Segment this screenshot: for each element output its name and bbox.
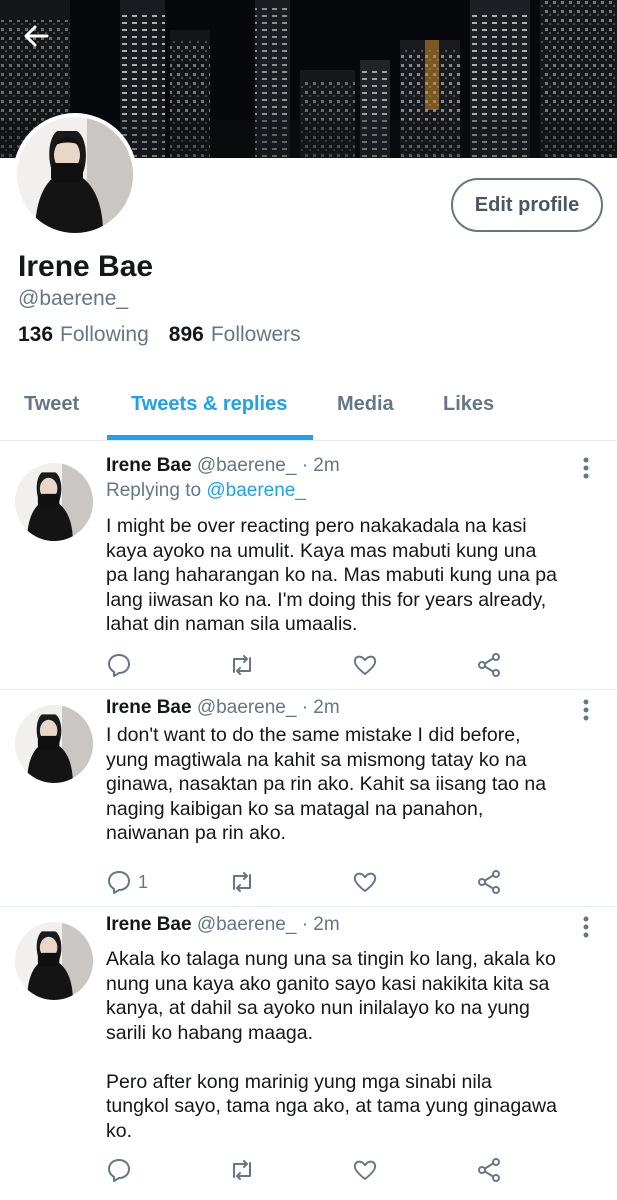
tweet-author-name[interactable]: Irene Bae xyxy=(106,455,192,476)
comment-icon xyxy=(108,654,130,677)
heart-icon xyxy=(353,872,377,892)
tweet-avatar[interactable] xyxy=(15,705,93,783)
tweet-text: Akala ko talaga nung una sa tingin ko la… xyxy=(106,948,557,1142)
heart-icon xyxy=(353,655,377,675)
more-vertical-icon xyxy=(583,916,589,938)
comment-icon xyxy=(108,1159,130,1182)
profile-photo xyxy=(17,117,133,233)
tweet-actions: 1 xyxy=(106,867,506,897)
profile-tabs: Tweet Tweets & replies Media Likes xyxy=(0,383,617,441)
retweet-icon xyxy=(233,655,251,675)
follow-stats: 136 Following 896 Followers xyxy=(18,323,301,347)
tweet-more-button[interactable] xyxy=(578,915,594,939)
following-label: Following xyxy=(60,323,149,346)
more-vertical-icon xyxy=(583,699,589,721)
tweet-avatar[interactable] xyxy=(15,922,93,1000)
followers-link[interactable]: 896 Followers xyxy=(169,323,301,347)
tweet[interactable]: Irene Bae @baerene_ · 2m I don't want to… xyxy=(0,690,617,907)
tweet[interactable]: Irene Bae @baerene_ · 2m Replying to @ba… xyxy=(0,448,617,690)
share-button[interactable] xyxy=(476,1155,502,1185)
tweet-actions xyxy=(106,1155,506,1185)
tab-tweet[interactable]: Tweet xyxy=(24,393,79,416)
followers-label: Followers xyxy=(210,323,301,346)
tab-likes[interactable]: Likes xyxy=(443,393,494,416)
share-icon xyxy=(478,1158,500,1182)
tweet-meta: @baerene_ · 2m xyxy=(196,455,340,476)
tweet-avatar-photo xyxy=(15,463,93,541)
profile-handle: @baerene_ xyxy=(18,287,129,310)
share-button[interactable] xyxy=(476,867,502,897)
comment-icon xyxy=(108,871,130,894)
edit-profile-button[interactable]: Edit profile xyxy=(451,178,603,232)
retweet-icon xyxy=(233,1160,251,1180)
arrow-left-icon xyxy=(24,25,49,47)
tweet-text: I don't want to do the same mistake I di… xyxy=(106,724,547,844)
like-button[interactable] xyxy=(352,650,378,680)
tweet-meta: @baerene_ · 2m xyxy=(196,914,340,935)
tweet[interactable]: Irene Bae @baerene_ · 2m Akala ko talaga… xyxy=(0,907,617,1200)
retweet-button[interactable] xyxy=(228,867,256,897)
like-button[interactable] xyxy=(352,867,378,897)
back-button[interactable] xyxy=(22,22,62,62)
replying-to-mention[interactable]: @baerene_ xyxy=(206,480,306,501)
replying-to: Replying to @baerene_ xyxy=(106,480,306,502)
following-link[interactable]: 136 Following xyxy=(18,323,149,347)
tweet-meta: @baerene_ · 2m xyxy=(196,697,340,718)
tab-media[interactable]: Media xyxy=(337,393,394,416)
tab-tweets-and-replies[interactable]: Tweets & replies xyxy=(131,393,287,416)
tweet-avatar[interactable] xyxy=(15,463,93,541)
tweet-header: Irene Bae @baerene_ · 2m xyxy=(106,455,340,477)
share-icon xyxy=(478,653,500,677)
retweet-icon xyxy=(233,872,251,892)
profile-name: Irene Bae xyxy=(18,250,154,283)
tweet-avatar-photo xyxy=(15,922,93,1000)
tweet-more-button[interactable] xyxy=(578,698,594,722)
more-vertical-icon xyxy=(583,457,589,479)
followers-count: 896 xyxy=(168,323,204,346)
heart-icon xyxy=(353,1160,377,1180)
tweet-author-name[interactable]: Irene Bae xyxy=(106,697,192,718)
following-count: 136 xyxy=(18,323,54,346)
tweet-more-button[interactable] xyxy=(578,456,594,480)
tweet-text: I might be over reacting pero nakakadala… xyxy=(106,515,557,635)
replying-to-label: Replying to xyxy=(106,480,202,501)
like-button[interactable] xyxy=(352,1155,378,1185)
tweet-author-name[interactable]: Irene Bae xyxy=(106,914,192,935)
tweet-header: Irene Bae @baerene_ · 2m xyxy=(106,914,340,936)
reply-button[interactable] xyxy=(106,1155,138,1185)
tweet-actions xyxy=(106,650,506,680)
reply-count: 1 xyxy=(138,871,149,892)
active-tab-indicator xyxy=(107,435,313,440)
tweet-avatar-photo xyxy=(15,705,93,783)
tweet-header: Irene Bae @baerene_ · 2m xyxy=(106,697,340,719)
reply-button[interactable] xyxy=(106,650,138,680)
share-button[interactable] xyxy=(476,650,502,680)
retweet-button[interactable] xyxy=(228,650,256,680)
profile-avatar[interactable] xyxy=(13,113,137,237)
share-icon xyxy=(478,870,500,894)
retweet-button[interactable] xyxy=(228,1155,256,1185)
reply-button[interactable]: 1 xyxy=(106,867,148,897)
